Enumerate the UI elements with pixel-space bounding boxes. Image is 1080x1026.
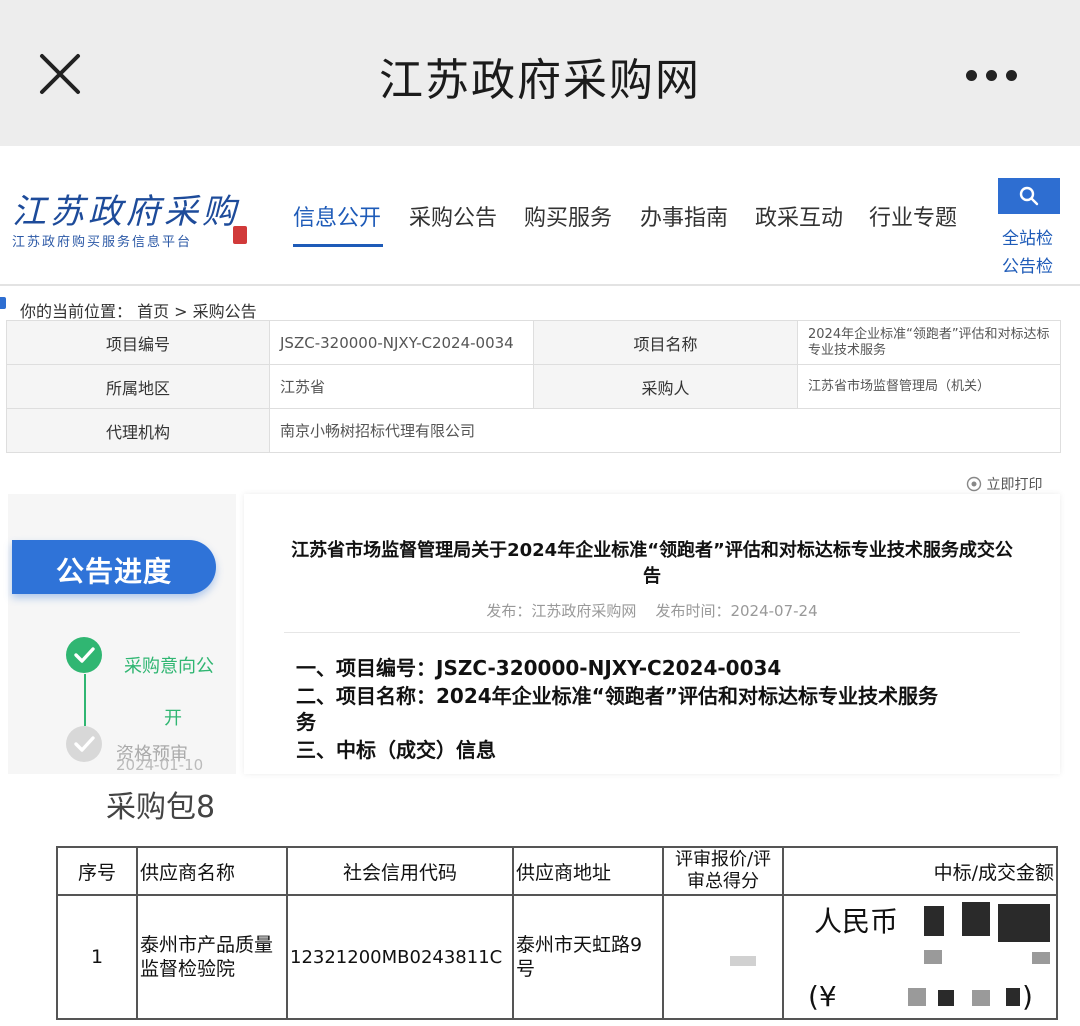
header-divider <box>0 284 1080 286</box>
row-supplier: 泰州市产品质量监督检验院 <box>136 894 288 1020</box>
row-address: 泰州市天虹路9号 <box>512 894 664 1020</box>
step-pending-icon <box>66 726 102 762</box>
redacted-amount-6 <box>908 988 926 1006</box>
redacted-score <box>730 956 756 966</box>
search-icon <box>1019 186 1039 206</box>
site-search-link[interactable]: 全站检 <box>1002 224 1053 249</box>
header-score: 评审报价/评审总得分 <box>662 846 784 896</box>
redacted-amount-5 <box>1032 952 1050 964</box>
header-seq: 序号 <box>56 846 138 896</box>
redacted-amount-1 <box>924 906 944 936</box>
site-logo-subtitle: 江苏政府购买服务信息平台 <box>12 235 193 250</box>
redacted-amount-4 <box>924 950 942 964</box>
print-icon <box>966 476 982 492</box>
article-line-project-no: 一、项目编号：JSZC-320000-NJXY-C2024-0034 <box>296 656 782 680</box>
step2-date: 2024-01-10 <box>116 758 204 770</box>
nav-info-public[interactable]: 信息公开 <box>293 200 381 232</box>
project-name-value: 2024年企业标准“领跑者”评估和对标达标专业技术服务 <box>797 320 1061 365</box>
row-score <box>662 894 784 1020</box>
header-address: 供应商地址 <box>512 846 664 896</box>
print-button[interactable]: 立即打印 <box>966 474 1042 494</box>
header-credit-code: 社会信用代码 <box>286 846 514 896</box>
amount-prefix: 人民币 <box>814 905 899 938</box>
redacted-amount-9 <box>1006 988 1020 1006</box>
nav-procurement-notice[interactable]: 采购公告 <box>409 200 497 232</box>
package-title: 采购包8 <box>106 790 216 825</box>
region-label: 所属地区 <box>6 364 270 409</box>
step1-label[interactable]: 采购意向公 <box>124 652 214 678</box>
project-no-label: 项目编号 <box>6 320 270 365</box>
buyer-label: 采购人 <box>533 364 798 409</box>
redacted-amount-3 <box>998 904 1050 942</box>
progress-tab-label: 公告进度 <box>56 555 173 588</box>
project-name-label: 项目名称 <box>533 320 798 365</box>
redacted-amount-7 <box>938 990 954 1006</box>
project-info-table: 项目编号 JSZC-320000-NJXY-C2024-0034 项目名称 20… <box>6 320 1061 453</box>
amount-paren-close: ) <box>1022 980 1033 1013</box>
nav-active-underline <box>293 244 383 247</box>
agency-label: 代理机构 <box>6 408 270 453</box>
nav-purchase-service[interactable]: 购买服务 <box>524 200 612 232</box>
search-button[interactable] <box>998 178 1060 214</box>
result-table: 序号 供应商名称 社会信用代码 供应商地址 评审报价/评审总得分 中标/成交金额… <box>56 846 1058 1020</box>
row-amount: 人民币 (¥ ) <box>782 894 1058 1020</box>
article-line-project-name: 二、项目名称：2024年企业标准“领跑者”评估和对标达标专业技术服务 <box>296 684 938 708</box>
project-no-value: JSZC-320000-NJXY-C2024-0034 <box>269 320 534 365</box>
redacted-amount-8 <box>972 990 990 1006</box>
amount-paren-open: (¥ <box>808 980 837 1013</box>
more-icon[interactable] <box>966 66 1026 81</box>
print-label: 立即打印 <box>986 477 1043 493</box>
row-credit-code: 12321200MB0243811C <box>286 894 514 1020</box>
nav-interaction[interactable]: 政采互动 <box>755 200 843 232</box>
redacted-amount-2 <box>962 902 990 936</box>
progress-panel <box>8 494 236 774</box>
header-supplier: 供应商名称 <box>136 846 288 896</box>
step-connector <box>84 674 86 726</box>
site-logo[interactable]: 江苏政府采购 <box>12 184 240 233</box>
step-done-icon <box>66 637 102 673</box>
row-seq: 1 <box>56 894 138 1020</box>
app-title: 江苏政府采购网 <box>379 55 701 106</box>
breadcrumb: 你的当前位置： 首页 > 采购公告 <box>20 302 257 321</box>
article-meta: 发布：江苏政府采购网 发布时间：2024-07-24 <box>486 602 818 620</box>
nav-guide[interactable]: 办事指南 <box>640 200 728 232</box>
home-icon <box>0 297 6 309</box>
agency-value: 南京小畅树招标代理有限公司 <box>269 408 1061 453</box>
step1-label-cont: 开 <box>164 708 182 729</box>
notice-search-link[interactable]: 公告检 <box>1002 252 1053 277</box>
article-panel <box>244 494 1060 774</box>
article-line-project-name-cont: 务 <box>296 710 316 734</box>
nav-industry-topics[interactable]: 行业专题 <box>869 200 957 232</box>
article-line-result: 三、中标（成交）信息 <box>296 738 496 762</box>
article-divider <box>284 632 1020 633</box>
article-title: 江苏省市场监督管理局关于2024年企业标准“领跑者”评估和对标达标专业技术服务成… <box>291 540 1013 587</box>
buyer-value: 江苏省市场监督管理局（机关） <box>797 364 1061 409</box>
region-value: 江苏省 <box>269 364 534 409</box>
seal-icon <box>233 226 247 244</box>
header-amount: 中标/成交金额 <box>782 846 1058 896</box>
progress-tab[interactable]: 公告进度 <box>12 540 216 594</box>
